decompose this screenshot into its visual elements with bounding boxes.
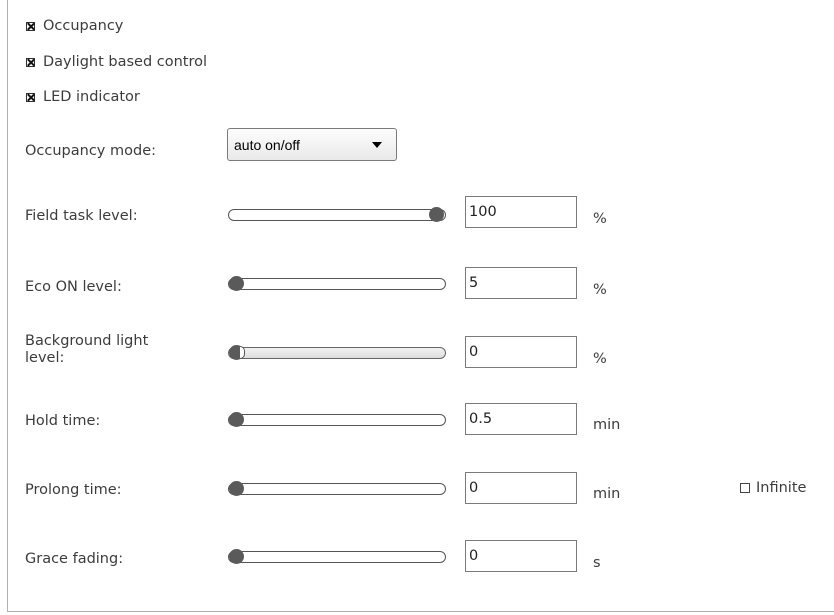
grace-fading-label: Grace fading: — [25, 551, 124, 567]
background-light-level-input[interactable] — [465, 336, 577, 368]
occupancy-checkbox-row[interactable]: Occupancy — [26, 16, 123, 36]
background-light-level-slider-thumb[interactable] — [229, 345, 245, 360]
daylight-control-checkbox[interactable] — [26, 57, 35, 67]
prolong-time-input[interactable] — [465, 472, 577, 504]
field-task-level-label: Field task level: — [25, 208, 138, 224]
occupancy-mode-label: Occupancy mode: — [25, 143, 156, 159]
daylight-control-checkbox-row[interactable]: Daylight based control — [26, 52, 207, 72]
eco-on-level-unit: % — [593, 282, 607, 298]
field-task-level-slider-thumb[interactable] — [429, 207, 444, 222]
daylight-control-checkbox-label: Daylight based control — [43, 54, 208, 70]
grace-fading-slider-thumb[interactable] — [229, 549, 244, 564]
eco-on-level-slider-thumb[interactable] — [229, 276, 244, 291]
background-light-level-label-line2: level: — [25, 350, 65, 366]
chevron-down-icon — [372, 142, 382, 148]
grace-fading-slider[interactable] — [228, 549, 446, 564]
infinite-checkbox-label: Infinite — [756, 480, 807, 496]
infinite-checkbox[interactable] — [740, 483, 750, 493]
occupancy-mode-select[interactable]: auto on/off — [227, 128, 397, 161]
grace-fading-input[interactable] — [465, 540, 577, 572]
hold-time-slider-thumb[interactable] — [229, 412, 244, 427]
prolong-time-slider-thumb[interactable] — [229, 481, 244, 496]
hold-time-unit: min — [593, 417, 621, 433]
field-task-level-slider[interactable] — [228, 207, 446, 222]
field-task-level-unit: % — [593, 211, 607, 227]
prolong-time-slider[interactable] — [228, 481, 446, 496]
hold-time-slider[interactable] — [228, 412, 446, 427]
eco-on-level-slider[interactable] — [228, 276, 446, 291]
background-light-level-label: Background light level: — [25, 333, 148, 367]
eco-on-level-input[interactable] — [465, 267, 577, 299]
background-light-level-label-line1: Background light — [25, 333, 149, 349]
hold-time-label: Hold time: — [25, 413, 101, 429]
occupancy-mode-value: auto on/off — [234, 136, 300, 153]
led-indicator-checkbox-row[interactable]: LED indicator — [26, 87, 140, 107]
infinite-checkbox-row[interactable]: Infinite — [740, 480, 806, 496]
background-light-level-unit: % — [593, 351, 607, 367]
background-light-level-slider[interactable] — [228, 345, 446, 360]
occupancy-checkbox-label: Occupancy — [43, 18, 124, 34]
led-indicator-checkbox[interactable] — [26, 92, 35, 102]
occupancy-checkbox[interactable] — [26, 21, 35, 31]
hold-time-input[interactable] — [465, 403, 577, 435]
led-indicator-checkbox-label: LED indicator — [43, 89, 140, 105]
field-task-level-input[interactable] — [465, 196, 577, 228]
grace-fading-unit: s — [593, 555, 601, 571]
prolong-time-label: Prolong time: — [25, 482, 122, 498]
prolong-time-unit: min — [593, 486, 621, 502]
eco-on-level-label: Eco ON level: — [25, 279, 122, 295]
